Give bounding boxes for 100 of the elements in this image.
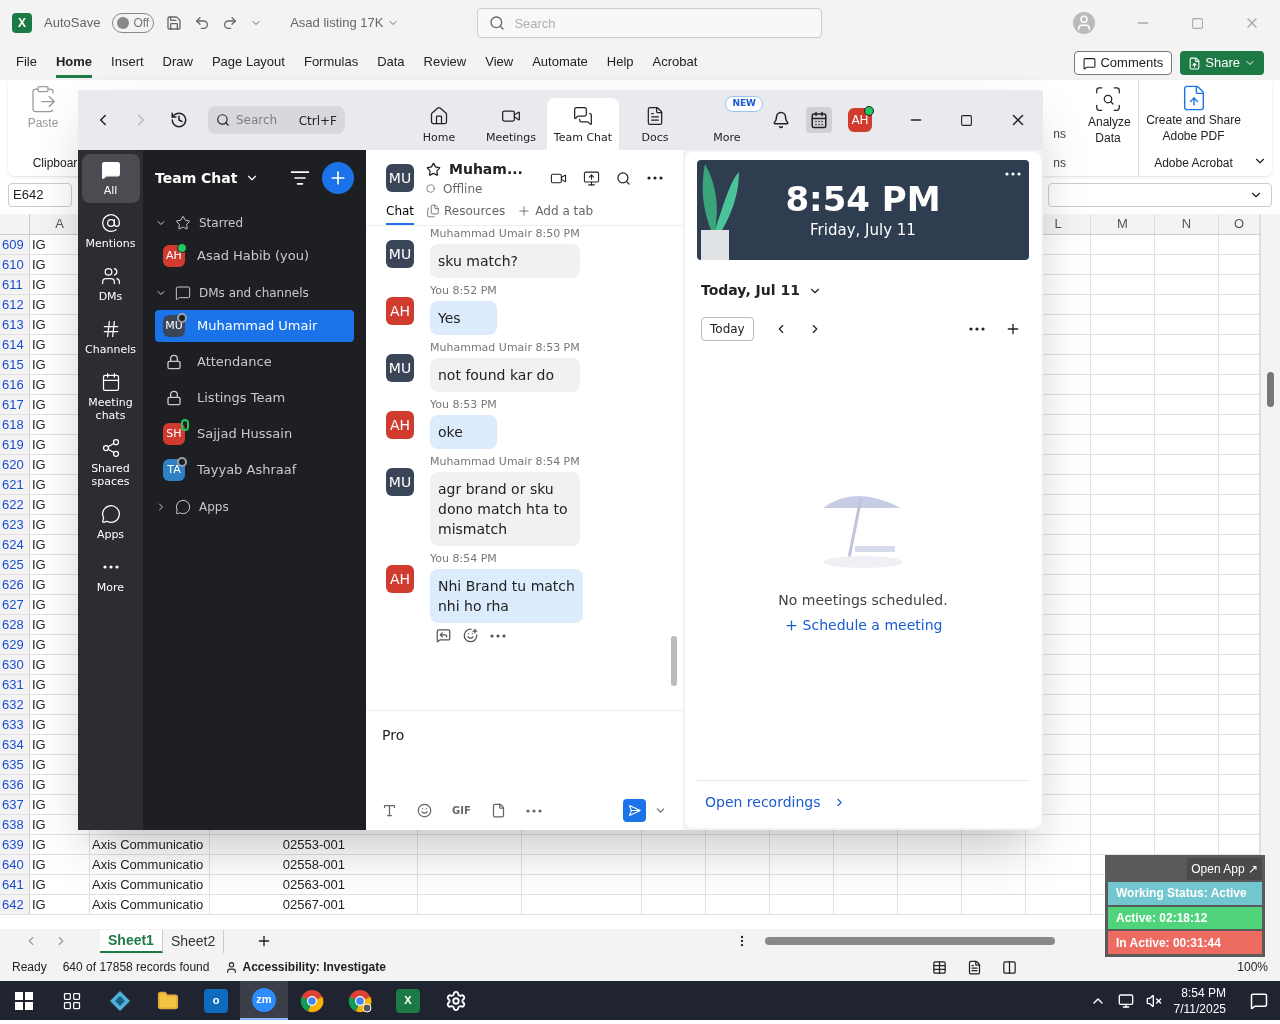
open-app-link[interactable]: Open App ↗ [1187, 858, 1262, 880]
more-icon[interactable] [102, 565, 119, 569]
create-pdf-button[interactable]: Create and Share Adobe PDF [1143, 84, 1244, 144]
emoji-icon[interactable] [417, 803, 432, 818]
text-format-icon[interactable] [382, 803, 397, 818]
column-header[interactable]: A [55, 214, 64, 234]
rail-item[interactable]: Meeting chats [81, 366, 140, 428]
schedule-meeting-link[interactable]: Schedule a meeting [783, 615, 943, 636]
today-button[interactable]: Today [701, 317, 754, 341]
nav-tab[interactable]: More [691, 112, 763, 150]
section-header[interactable]: Starred [155, 206, 244, 240]
column-header[interactable]: M [1117, 214, 1128, 234]
rail-item[interactable]: DMs [81, 260, 140, 309]
chat-list-item[interactable]: MU Muhammad Umair [155, 310, 354, 342]
save-icon[interactable] [166, 15, 183, 31]
redo-icon[interactable] [222, 15, 239, 31]
taskbar-app[interactable]: X [384, 981, 432, 1020]
taskbar-app[interactable]: o [192, 981, 240, 1020]
network-icon[interactable] [1117, 992, 1134, 1009]
history-icon[interactable] [170, 111, 188, 129]
share-button[interactable]: Share [1180, 51, 1264, 75]
taskbar-time[interactable]: 8:54 PM [1181, 984, 1226, 1001]
menu-tab[interactable]: Page Layout [211, 47, 285, 79]
taskbar-date[interactable]: 7/11/2025 [1173, 1000, 1226, 1017]
chat-tab[interactable]: Resources [426, 199, 506, 225]
menu-tab[interactable]: Help [606, 47, 634, 79]
more-icon[interactable] [647, 176, 663, 180]
calendar-icon[interactable] [810, 111, 828, 129]
menu-tab[interactable]: Data [377, 47, 405, 79]
column-header[interactable]: L [1054, 214, 1062, 234]
menu-tab[interactable]: Acrobat [652, 47, 698, 79]
menu-tab[interactable]: File [16, 47, 37, 79]
rail-item[interactable]: More [81, 551, 140, 600]
chat-list-item[interactable]: AH Asad Habib (you) [155, 240, 354, 272]
rail-item[interactable]: Shared spaces [81, 432, 140, 494]
nav-tab[interactable]: Docs [619, 98, 691, 150]
menu-tab[interactable]: View [485, 47, 514, 79]
rail-item[interactable]: Channels [81, 313, 140, 362]
muted-speaker-icon[interactable] [1145, 992, 1162, 1009]
analyze-data-button[interactable]: Analyze Data [1078, 80, 1138, 176]
search-field[interactable]: Search [477, 8, 823, 38]
add-event-icon[interactable] [1005, 321, 1021, 337]
chat-tab[interactable]: Add a tab [517, 199, 594, 225]
column-header[interactable]: O [1233, 214, 1245, 234]
formula-field[interactable] [1048, 183, 1272, 207]
rail-item[interactable]: Mentions [81, 207, 140, 256]
page-layout-icon[interactable] [967, 959, 983, 975]
chat-bubble-icon [175, 285, 191, 301]
chat-list-item[interactable]: SH Sajjad Hussain [155, 418, 354, 450]
menu-tab[interactable]: Formulas [303, 47, 359, 79]
chat-list-item[interactable]: Attendance [155, 346, 354, 378]
more-icon[interactable] [1005, 172, 1021, 176]
file-name-button[interactable]: Asad listing 17K [290, 13, 400, 33]
chat-list-item[interactable]: Listings Team [155, 382, 354, 414]
sheet-tab[interactable]: Sheet2 [162, 929, 225, 953]
gif-button[interactable]: GIF [452, 803, 471, 818]
page-break-icon[interactable] [1002, 959, 1018, 975]
section-header[interactable]: Apps [155, 490, 229, 524]
reply-icon[interactable] [436, 628, 451, 643]
chat-tab[interactable]: Chat [386, 199, 415, 225]
sheet-tab[interactable]: Sheet1 [100, 929, 163, 953]
normal-view-icon[interactable] [932, 959, 948, 975]
accessibility-button[interactable]: Accessibility: Investigate [225, 958, 386, 976]
menu-tab[interactable]: Draw [162, 47, 193, 79]
nav-tab[interactable]: Home [403, 98, 475, 150]
ribbon-button[interactable]: ns [1040, 125, 1066, 143]
rail-item[interactable]: All [81, 154, 140, 203]
comments-button[interactable]: Comments [1074, 51, 1173, 75]
menu-tab[interactable]: Review [423, 47, 467, 79]
star-icon[interactable] [426, 161, 441, 177]
panel-title[interactable]: Team Chat [155, 167, 260, 189]
undo-icon[interactable] [194, 15, 211, 31]
section-header[interactable]: DMs and channels [155, 276, 309, 310]
new-chat-button[interactable] [322, 162, 354, 194]
name-box[interactable]: E642 [8, 183, 72, 207]
column-header[interactable]: N [1181, 214, 1192, 234]
screen-share-icon[interactable] [583, 169, 600, 187]
more-icon[interactable] [969, 327, 985, 331]
send-button[interactable] [623, 799, 646, 822]
notifications-icon[interactable] [1250, 991, 1268, 1010]
more-icon[interactable] [490, 634, 506, 638]
menu-tab[interactable]: Automate [532, 47, 588, 79]
nav-tab[interactable]: Meetings [475, 98, 547, 150]
open-recordings-link[interactable]: Open recordings [697, 792, 846, 813]
file-icon[interactable] [490, 803, 506, 818]
vertical-scrollbar[interactable] [1260, 214, 1280, 929]
notifications-icon[interactable] [772, 111, 790, 129]
horizontal-scrollbar[interactable] [765, 937, 1056, 945]
add-reaction-icon[interactable] [463, 628, 478, 643]
avatar: MU [163, 315, 185, 337]
zoom-level[interactable]: 100% [1237, 958, 1268, 976]
search-icon[interactable] [616, 170, 631, 186]
rail-item[interactable]: Apps [81, 498, 140, 547]
chat-list-item[interactable]: TA Tayyab Ashraaf [155, 454, 354, 486]
message-input[interactable]: Pro [382, 719, 667, 751]
menu-tab[interactable]: Insert [111, 47, 144, 79]
maximize-icon[interactable] [960, 113, 973, 127]
filter-icon[interactable] [290, 168, 310, 188]
nav-tab[interactable]: Team Chat [547, 98, 619, 150]
day-heading[interactable]: Today, Jul 11 [697, 280, 1029, 301]
